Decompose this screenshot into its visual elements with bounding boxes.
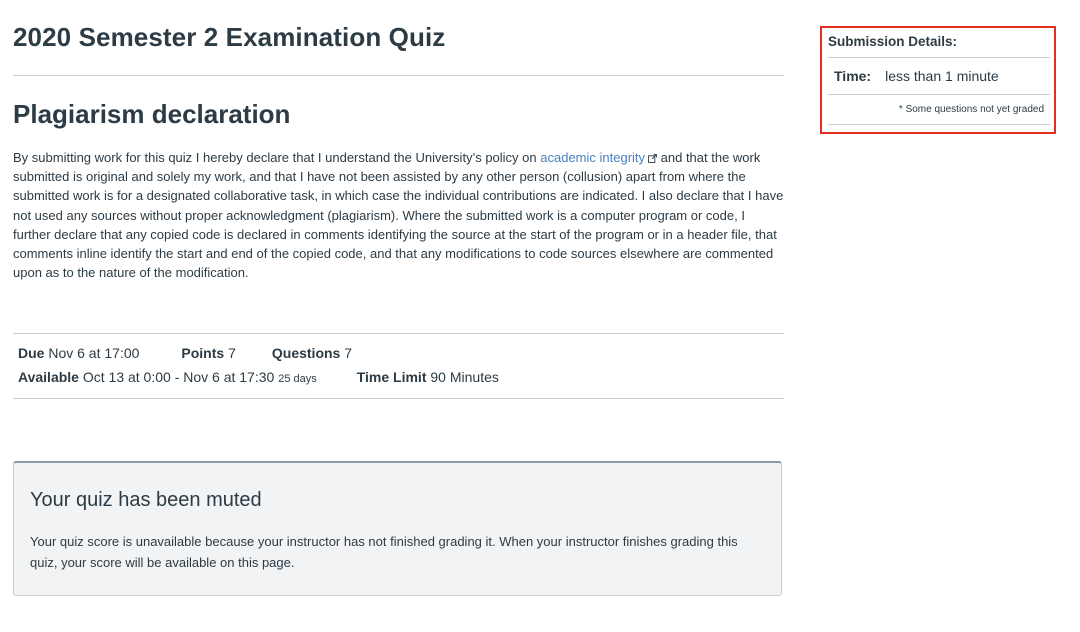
declaration-heading: Plagiarism declaration bbox=[13, 99, 291, 129]
submission-time: Time: less than 1 minute bbox=[834, 68, 999, 84]
time-limit-value: 90 Minutes bbox=[430, 369, 499, 385]
submission-grading-note: * Some questions not yet graded bbox=[898, 104, 1044, 115]
submission-details-panel: Submission Details: Time: less than 1 min… bbox=[820, 26, 1056, 134]
muted-text: Your quiz score is unavailable because y… bbox=[30, 534, 738, 570]
declaration-text: By submitting work for this quiz I hereb… bbox=[13, 148, 784, 282]
quiz-details-row-1: Due Nov 6 at 17:00 Points 7 Questions 7 bbox=[18, 345, 352, 361]
points-value: 7 bbox=[228, 345, 236, 361]
submission-time-label: Time: bbox=[834, 68, 872, 84]
points-label: Points bbox=[181, 345, 225, 361]
declaration-text-before: By submitting work for this quiz I hereb… bbox=[13, 150, 541, 165]
due-value: Nov 6 at 17:00 bbox=[48, 345, 140, 361]
submission-divider bbox=[828, 94, 1050, 95]
declaration-text-after: and that the work submitted is original … bbox=[13, 150, 784, 281]
questions-label: Questions bbox=[271, 345, 341, 361]
external-link-icon bbox=[648, 154, 657, 163]
academic-integrity-link[interactable]: academic integrity bbox=[540, 150, 657, 165]
quiz-muted-notice: Your quiz has been muted Your quiz score… bbox=[13, 461, 782, 596]
available-label: Available bbox=[18, 369, 79, 385]
academic-integrity-link-label[interactable]: academic integrity bbox=[540, 150, 645, 165]
available-days: 25 days bbox=[278, 373, 317, 385]
muted-title: Your quiz has been muted bbox=[30, 489, 262, 511]
available-value: Oct 13 at 0:00 - Nov 6 at 17:30 bbox=[82, 369, 275, 385]
time-limit-label: Time Limit bbox=[356, 369, 427, 385]
quiz-details-row-2: Available Oct 13 at 0:00 - Nov 6 at 17:3… bbox=[18, 369, 499, 385]
details-top-divider bbox=[13, 333, 784, 334]
due-label: Due bbox=[18, 345, 45, 361]
submission-time-value: less than 1 minute bbox=[885, 68, 999, 84]
questions-value: 7 bbox=[344, 345, 353, 361]
submission-details-header: Submission Details: bbox=[828, 34, 958, 49]
submission-divider bbox=[828, 57, 1050, 58]
title-divider bbox=[13, 75, 784, 76]
details-bottom-divider bbox=[13, 398, 784, 399]
submission-divider bbox=[828, 124, 1050, 125]
quiz-title: 2020 Semester 2 Examination Quiz bbox=[13, 22, 446, 52]
